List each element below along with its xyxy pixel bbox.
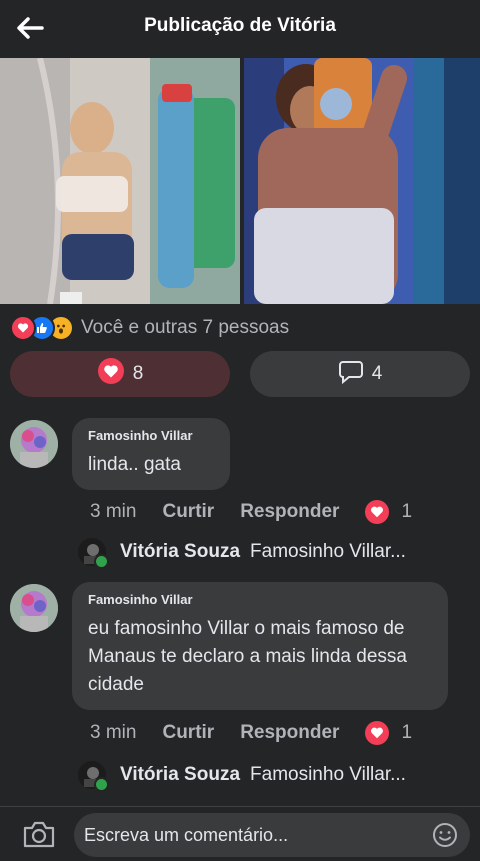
love-count: 8 (132, 363, 144, 384)
comment-icon (338, 358, 364, 390)
comments-button[interactable]: 4 (250, 351, 470, 397)
reply-preview[interactable]: Vitória Souza Famosinho Villar... (78, 536, 406, 569)
online-status-dot (94, 554, 109, 569)
love-icon (10, 315, 36, 341)
comment-actions: 3 min Curtir Responder 1 (90, 500, 412, 524)
comment-input[interactable]: Escreva um comentário... (74, 813, 470, 857)
comment-input-placeholder: Escreva um comentário... (84, 824, 289, 845)
reply-preview[interactable]: Vitória Souza Famosinho Villar... (78, 759, 406, 792)
reactions-text: Você e outras 7 pessoas (81, 317, 290, 338)
comment-text: eu famosinho Villar o mais famoso de Man… (88, 618, 407, 695)
avatar (78, 538, 109, 569)
camera-icon[interactable] (22, 820, 56, 848)
post-photo-1[interactable] (0, 58, 240, 304)
comment-bubble[interactable]: Famosinho Villar eu famosinho Villar o m… (72, 582, 448, 710)
heart-icon[interactable] (365, 721, 390, 745)
avatar[interactable] (10, 420, 58, 468)
top-bar: Publicação de Vitória (0, 0, 480, 56)
reactions-summary[interactable]: Você e outras 7 pessoas (10, 314, 289, 342)
reply-snippet: Famosinho Villar... (250, 764, 406, 785)
heart-icon (97, 357, 125, 391)
reply-author: Vitória Souza (120, 541, 241, 562)
comment-composer: Escreva um comentário... (0, 806, 480, 861)
comment-author[interactable]: Famosinho Villar (88, 592, 432, 607)
emoji-icon[interactable] (432, 822, 458, 848)
post-photos (0, 58, 480, 304)
love-reaction-button[interactable]: 8 (10, 351, 230, 397)
post-photo-2[interactable] (244, 58, 480, 304)
comment-bubble[interactable]: Famosinho Villar linda.. gata (72, 418, 230, 490)
comment-text: linda.. gata (88, 454, 181, 475)
comment-reaction-count: 1 (401, 722, 413, 743)
comment-time: 3 min (90, 722, 137, 743)
comment-author[interactable]: Famosinho Villar (88, 428, 214, 443)
reply-comment-button[interactable]: Responder (240, 501, 339, 523)
page-title: Publicação de Vitória (144, 15, 336, 36)
comment-time: 3 min (90, 501, 137, 522)
reply-snippet: Famosinho Villar... (250, 541, 406, 562)
online-status-dot (94, 777, 109, 792)
reply-author: Vitória Souza (120, 764, 241, 785)
avatar[interactable] (10, 584, 58, 632)
avatar (78, 761, 109, 792)
reply-comment-button[interactable]: Responder (240, 722, 339, 744)
comment-count: 4 (371, 363, 383, 384)
comment-actions: 3 min Curtir Responder 1 (90, 721, 412, 745)
like-comment-button[interactable]: Curtir (162, 722, 214, 744)
heart-icon[interactable] (365, 500, 390, 524)
comment-reaction-count: 1 (401, 501, 413, 522)
like-comment-button[interactable]: Curtir (162, 501, 214, 523)
